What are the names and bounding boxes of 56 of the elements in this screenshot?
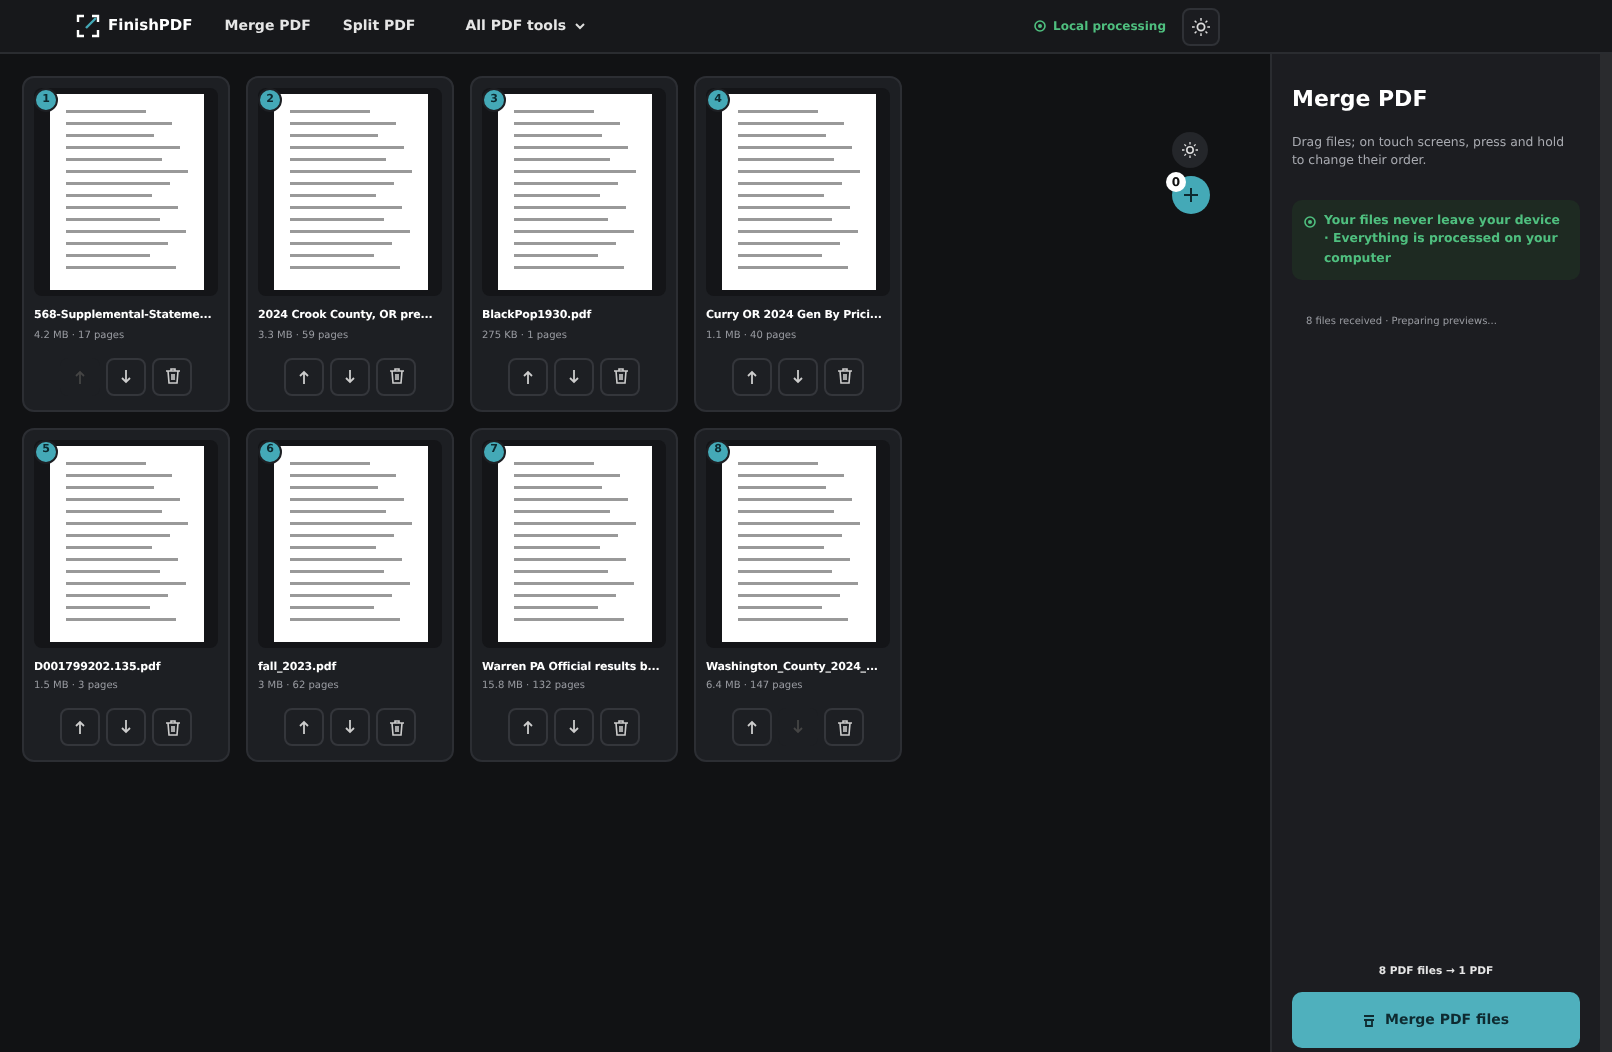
trash-icon bbox=[837, 719, 851, 736]
plus-icon bbox=[1184, 188, 1198, 202]
trash-icon bbox=[165, 368, 179, 385]
sun-icon bbox=[1182, 142, 1198, 158]
sun-icon bbox=[1192, 17, 1210, 35]
delete-button[interactable] bbox=[152, 357, 192, 396]
move-up-button[interactable] bbox=[732, 708, 772, 747]
arrow-down-icon bbox=[120, 720, 132, 735]
panel-title: Merge PDF bbox=[1292, 84, 1430, 116]
arrow-up-icon bbox=[74, 369, 86, 384]
trash-icon bbox=[389, 368, 403, 385]
move-up-button[interactable] bbox=[508, 708, 548, 747]
move-down-button[interactable] bbox=[330, 357, 370, 396]
move-down-button[interactable] bbox=[554, 708, 594, 747]
arrow-down-icon bbox=[792, 720, 804, 735]
chevron-down-icon bbox=[574, 22, 587, 30]
arrow-down-icon bbox=[120, 369, 132, 384]
delete-button[interactable] bbox=[600, 708, 640, 747]
arrow-up-icon bbox=[746, 720, 758, 735]
delete-button[interactable] bbox=[152, 708, 192, 747]
arrow-up-icon bbox=[298, 720, 310, 735]
move-up-button[interactable] bbox=[60, 708, 100, 747]
trash-icon bbox=[613, 719, 627, 736]
delete-button[interactable] bbox=[824, 708, 864, 747]
arrow-up-icon bbox=[522, 720, 534, 735]
delete-button[interactable] bbox=[376, 357, 416, 396]
delete-button[interactable] bbox=[824, 357, 864, 396]
trash-icon bbox=[613, 368, 627, 385]
arrow-down-icon bbox=[792, 369, 804, 384]
move-up-button[interactable] bbox=[284, 708, 324, 747]
arrow-down-icon bbox=[344, 720, 356, 735]
arrow-up-icon bbox=[522, 369, 534, 384]
arrow-down-icon bbox=[568, 720, 580, 735]
move-up-button[interactable] bbox=[284, 357, 324, 396]
move-down-button[interactable] bbox=[106, 357, 146, 396]
arrow-down-icon bbox=[344, 369, 356, 384]
trash-icon bbox=[837, 368, 851, 385]
trash-icon bbox=[165, 719, 179, 736]
theme-toggle-button[interactable] bbox=[1182, 7, 1220, 45]
settings-button[interactable] bbox=[1172, 132, 1208, 168]
arrow-up-icon bbox=[298, 369, 310, 384]
delete-button[interactable] bbox=[600, 357, 640, 396]
trash-icon bbox=[389, 719, 403, 736]
move-down-button[interactable] bbox=[778, 357, 818, 396]
move-up-button[interactable] bbox=[732, 357, 772, 396]
arrow-up-icon bbox=[746, 369, 758, 384]
delete-button[interactable] bbox=[376, 708, 416, 747]
move-down-button[interactable] bbox=[330, 708, 370, 747]
move-down-button[interactable] bbox=[106, 708, 146, 747]
arrow-up-icon bbox=[74, 720, 86, 735]
merge-icon bbox=[1362, 1013, 1377, 1027]
arrow-down-icon bbox=[568, 369, 580, 384]
move-down-button[interactable] bbox=[554, 357, 594, 396]
add-files-button[interactable] bbox=[1172, 176, 1210, 214]
logo-icon bbox=[76, 14, 100, 38]
move-up-button[interactable] bbox=[508, 357, 548, 396]
